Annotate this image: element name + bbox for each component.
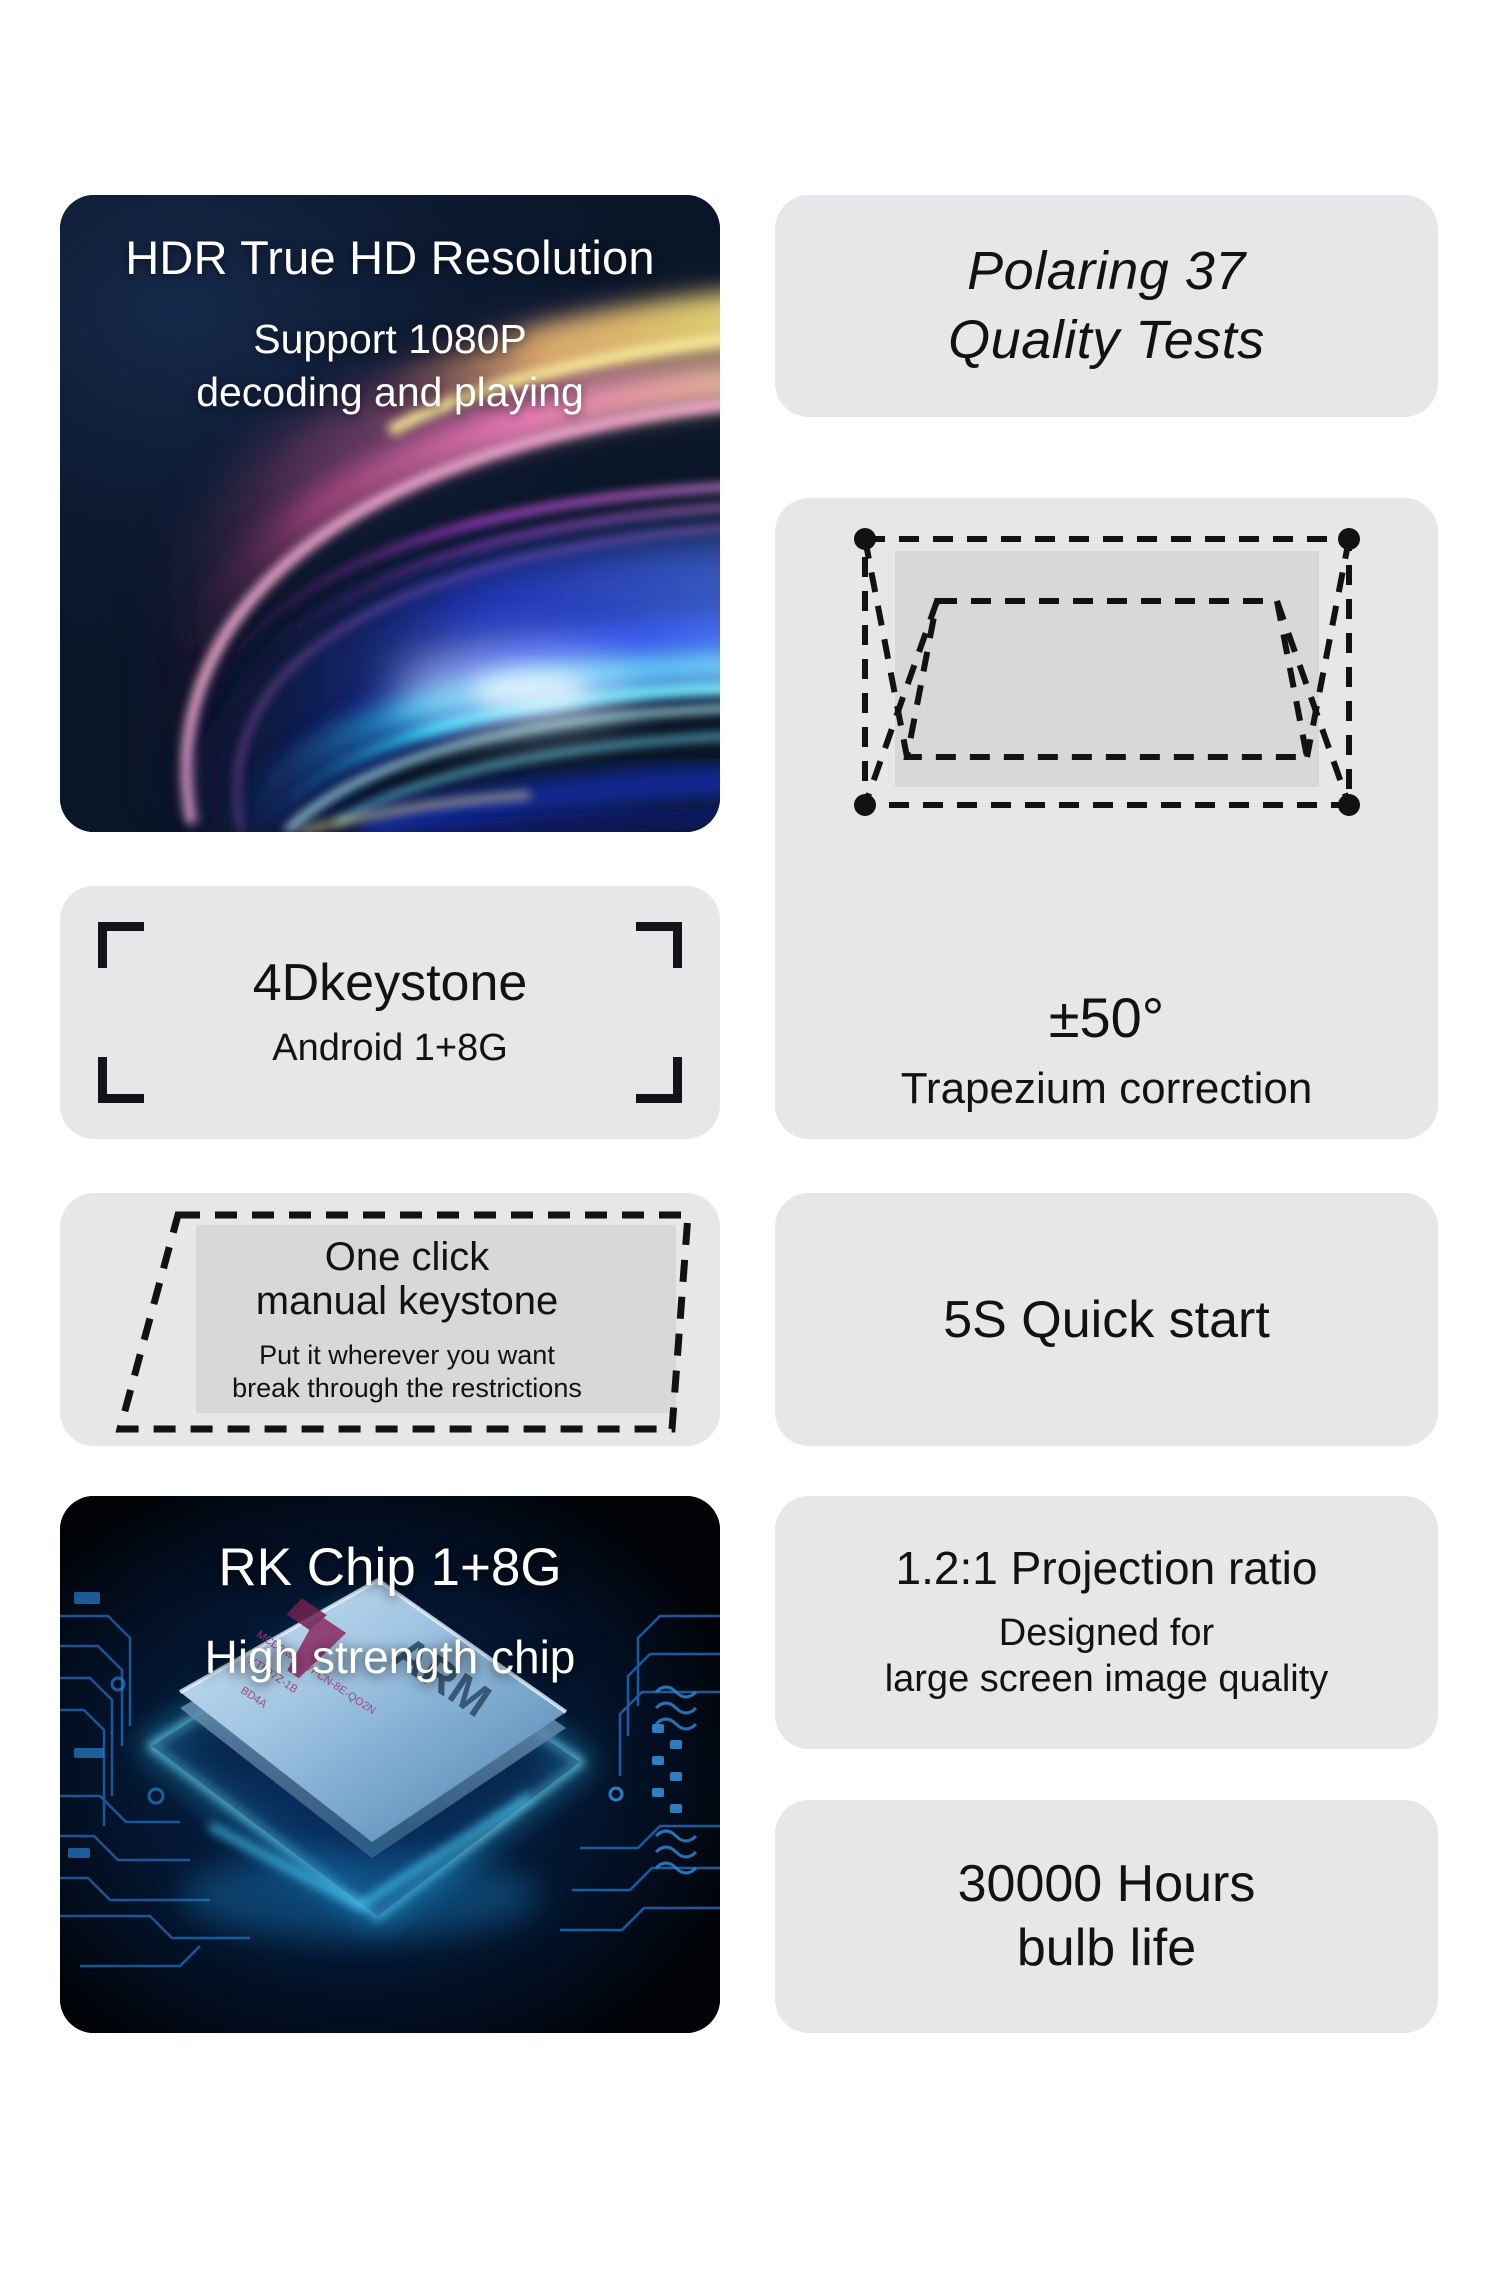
card-4d-keystone: 4Dkeystone Android 1+8G xyxy=(60,886,720,1139)
hdr-subtitle-line2: decoding and playing xyxy=(196,368,584,415)
card-one-click-manual-keystone: One click manual keystone Put it whereve… xyxy=(60,1193,720,1446)
product-feature-infographic: HDR True HD Resolution Support 1080P dec… xyxy=(0,0,1500,2279)
card-quick-start: 5S Quick start xyxy=(775,1193,1438,1446)
card-hdr-resolution: HDR True HD Resolution Support 1080P dec… xyxy=(60,195,720,832)
hdr-subtitle-line1: Support 1080P xyxy=(253,316,527,363)
quick-start-label: 5S Quick start xyxy=(943,1290,1270,1349)
trapezium-caption-block: ±50° Trapezium correction xyxy=(775,987,1438,1113)
projection-ratio-text-block: 1.2:1 Projection ratio Designed for larg… xyxy=(775,1496,1438,1749)
projection-ratio-main: 1.2:1 Projection ratio xyxy=(895,1541,1318,1594)
keystone-4d-title: 4Dkeystone xyxy=(252,954,528,1013)
one-click-sub-line1: Put it wherever you want xyxy=(259,1339,555,1370)
one-click-sub-line2: break through the restrictions xyxy=(232,1372,582,1403)
one-click-main-line1: One click xyxy=(324,1234,490,1279)
projection-ratio-sub-line2: large screen image quality xyxy=(884,1657,1329,1700)
trapezium-angle-value: ±50° xyxy=(1048,986,1165,1050)
hdr-title: HDR True HD Resolution xyxy=(125,231,655,284)
hdr-subtitle: Support 1080P decoding and playing xyxy=(60,313,720,418)
bulb-life-text-block: 30000 Hours bulb life xyxy=(775,1800,1438,2033)
keystone-correction-diagram xyxy=(775,522,1438,822)
one-click-sub: Put it wherever you want break through t… xyxy=(232,1339,582,1405)
card-polaring-quality-tests: Polaring 37 Quality Tests xyxy=(775,195,1438,417)
rk-chip-subtitle: High strength chip xyxy=(204,1630,576,1683)
keystone-4d-subtitle: Android 1+8G xyxy=(272,1026,508,1069)
rk-chip-text-block: RK Chip 1+8G High strength chip xyxy=(60,1538,720,1684)
polaring-text-block: Polaring 37 Quality Tests xyxy=(775,195,1438,417)
projection-ratio-sub: Designed for large screen image quality xyxy=(885,1611,1329,1702)
projection-ratio-sub-line1: Designed for xyxy=(998,1612,1215,1655)
hdr-text-block: HDR True HD Resolution Support 1080P dec… xyxy=(60,231,720,418)
one-click-text-block: One click manual keystone Put it whereve… xyxy=(60,1193,720,1446)
card-projection-ratio: 1.2:1 Projection ratio Designed for larg… xyxy=(775,1496,1438,1749)
bulb-life-line1: 30000 Hours xyxy=(957,1855,1256,1914)
rk-chip-title: RK Chip 1+8G xyxy=(218,1538,562,1597)
keystone-4d-text-block: 4Dkeystone Android 1+8G xyxy=(60,886,720,1139)
bulb-life-line2: bulb life xyxy=(1016,1918,1197,1977)
polaring-line1: Polaring 37 xyxy=(967,240,1246,301)
card-bulb-life: 30000 Hours bulb life xyxy=(775,1800,1438,2033)
trapezium-label: Trapezium correction xyxy=(900,1063,1313,1113)
one-click-main: One click manual keystone xyxy=(256,1235,558,1323)
one-click-main-line2: manual keystone xyxy=(255,1278,559,1323)
polaring-line2: Quality Tests xyxy=(948,310,1265,370)
card-rk-chip: MCD0M4J8VPCN-8E-QO2N XT597Z-1B BD4A ARM … xyxy=(60,1496,720,2033)
card-trapezium-correction: ±50° Trapezium correction xyxy=(775,498,1438,1139)
